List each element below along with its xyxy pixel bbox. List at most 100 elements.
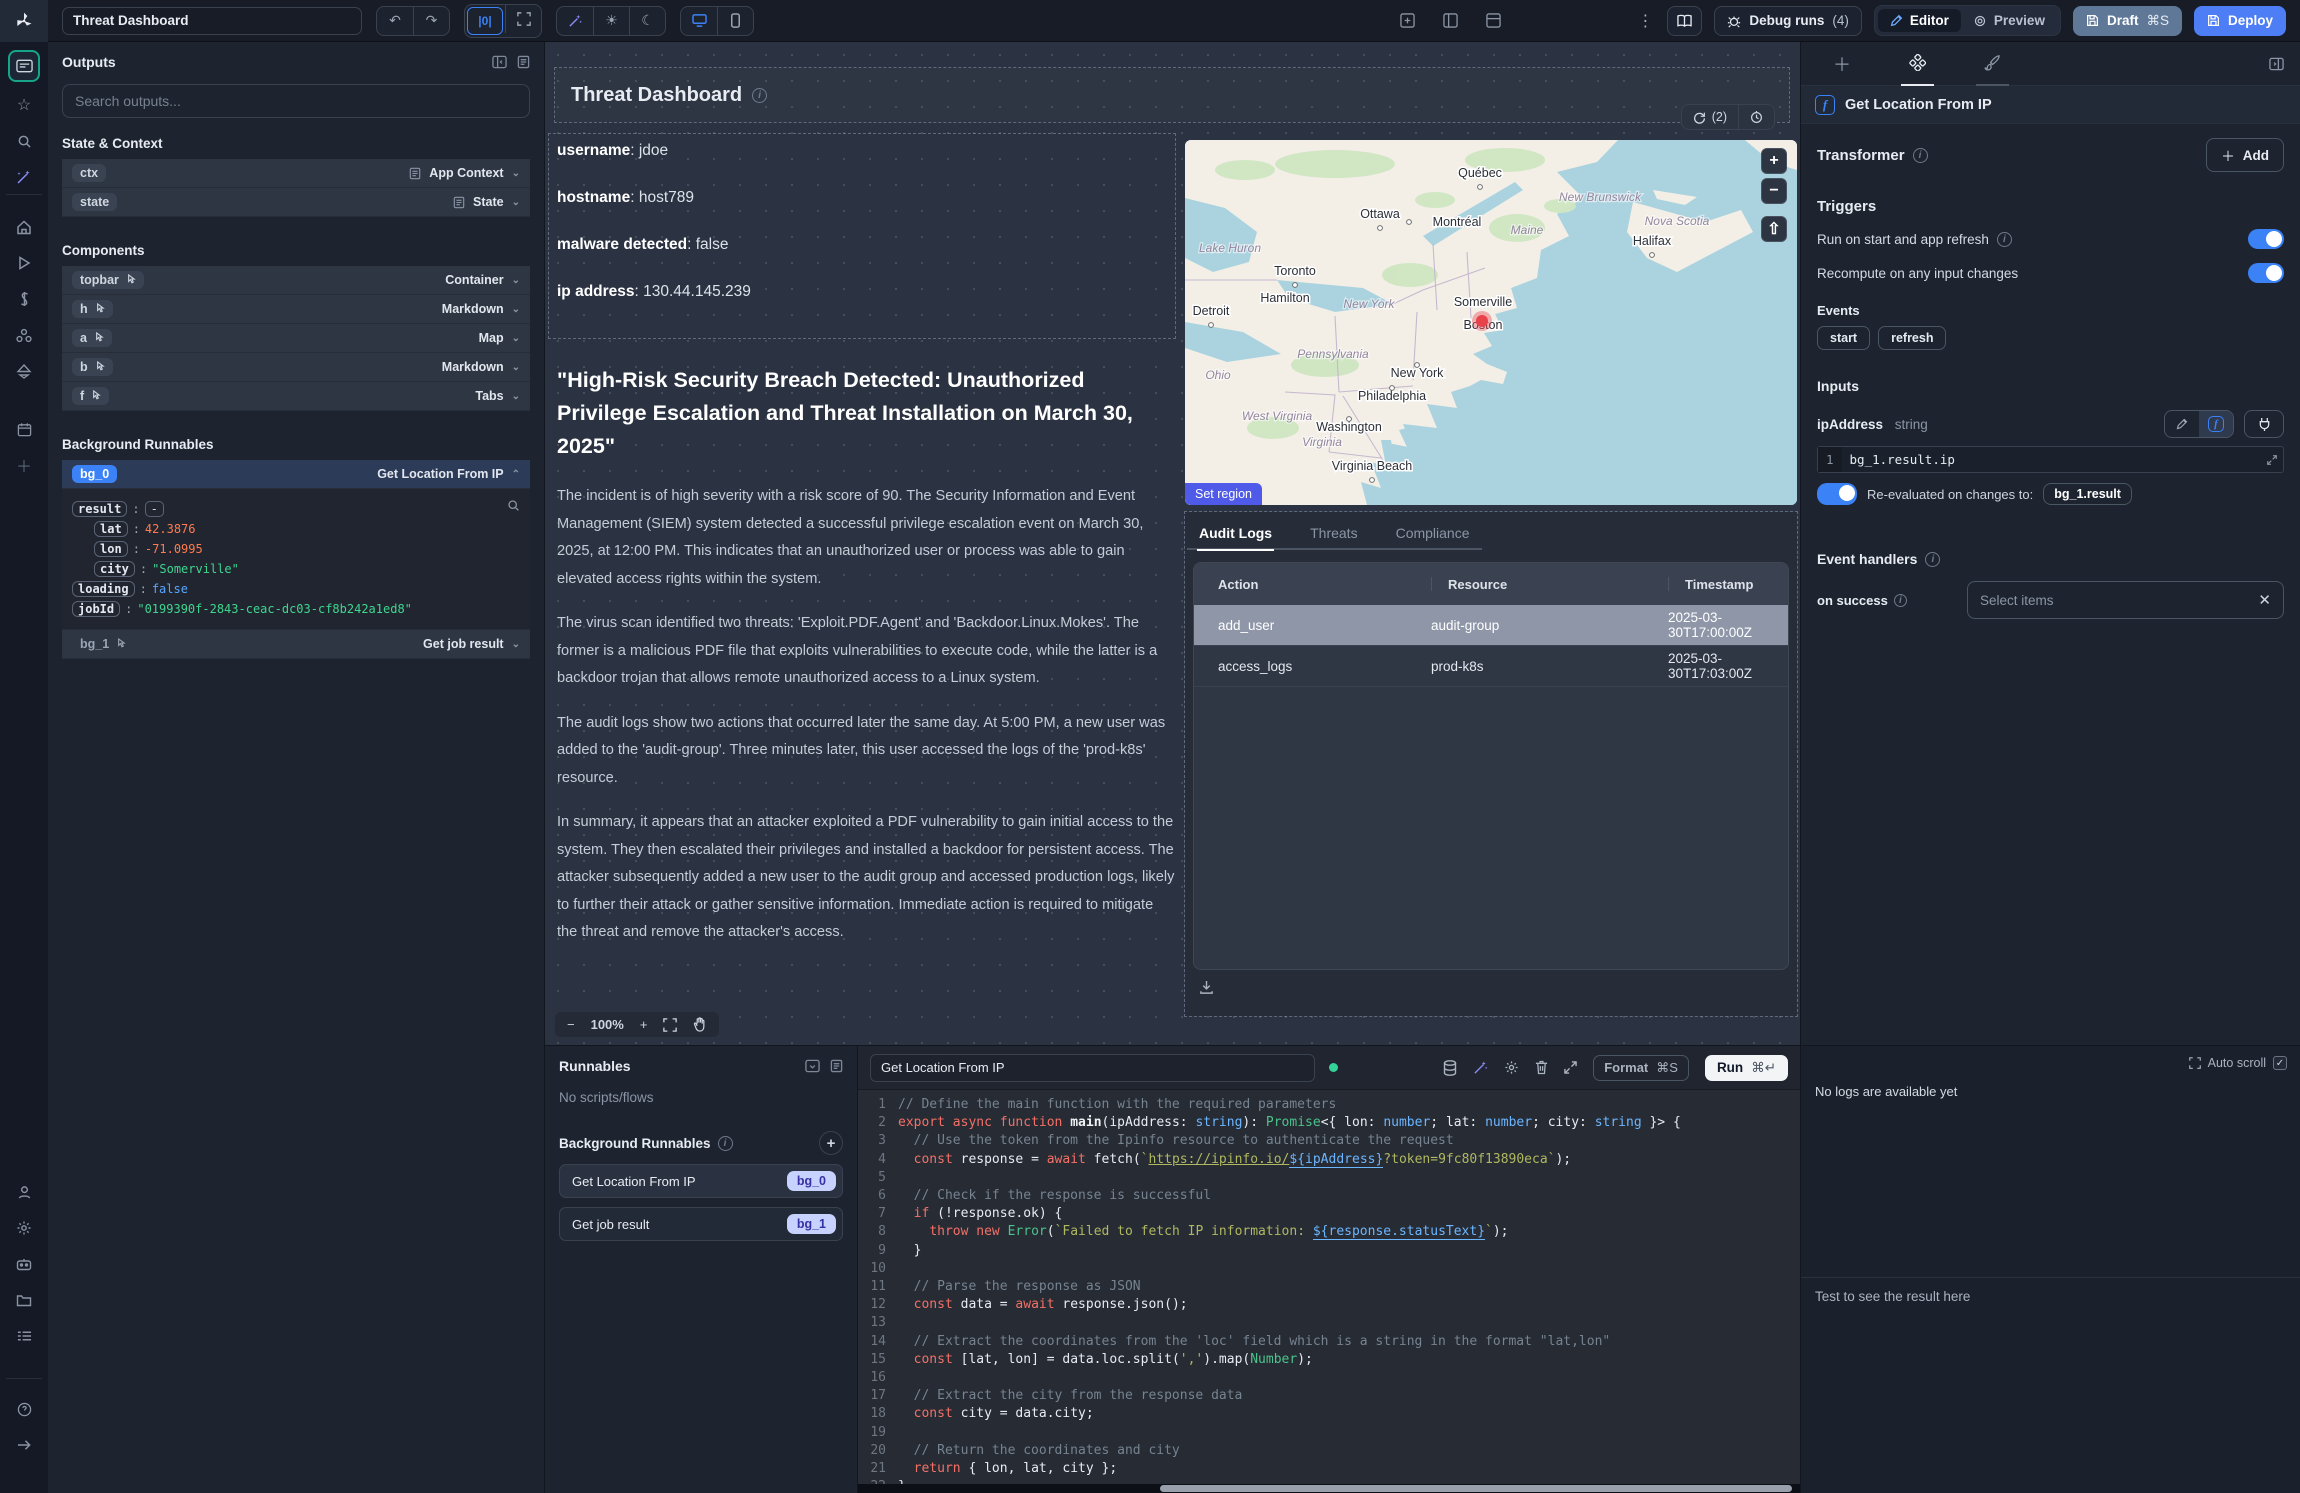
map-component[interactable]: QuébecOttawaMontréalNew BrunswickNova Sc… xyxy=(1185,140,1797,505)
table-row[interactable]: access_logsprod-k8s2025-03-30T17:03:00Z xyxy=(1194,646,1788,687)
component-row-a[interactable]: aMap⌄ xyxy=(62,324,530,353)
json-node-lat[interactable]: lat:42.3876 xyxy=(72,521,520,537)
download-icon[interactable] xyxy=(1199,980,1214,995)
folders-icon[interactable] xyxy=(8,1285,40,1315)
code-line[interactable]: 1// Define the main function with the re… xyxy=(858,1096,1800,1114)
eval-f-mode[interactable]: f xyxy=(2199,411,2233,437)
json-node-loading[interactable]: loading:false xyxy=(72,581,520,597)
code-line[interactable]: 13 xyxy=(858,1314,1800,1332)
trash-icon[interactable] xyxy=(1535,1060,1548,1075)
zoom-in-button[interactable]: + xyxy=(640,1017,648,1032)
bg0-row[interactable]: bg_0 Get Location From IP⌃ xyxy=(62,460,530,489)
json-node-lon[interactable]: lon:-71.0995 xyxy=(72,541,520,557)
logs-list-icon[interactable] xyxy=(8,1321,40,1351)
collapse-inspector-icon[interactable] xyxy=(2269,57,2284,71)
database-icon[interactable] xyxy=(1443,1060,1457,1076)
app-canvas[interactable]: Threat Dashboardi (2) username: jdoehost… xyxy=(545,42,1800,1045)
tab-preview[interactable]: Preview xyxy=(1961,9,2057,32)
code-line[interactable]: 16 xyxy=(858,1369,1800,1387)
app-editor-icon[interactable] xyxy=(8,50,40,82)
code-line[interactable]: 7 if (!response.ok) { xyxy=(858,1205,1800,1223)
map-canvas[interactable]: QuébecOttawaMontréalNew BrunswickNova Sc… xyxy=(1185,140,1797,505)
markdown-article-component[interactable]: "High-Risk Security Breach Detected: Una… xyxy=(557,364,1175,1016)
column-header-timestamp[interactable]: Timestamp xyxy=(1668,577,1788,592)
search-json-icon[interactable] xyxy=(507,499,520,512)
app-title-input[interactable]: Threat Dashboard xyxy=(62,7,362,35)
code-line[interactable]: 19 xyxy=(858,1424,1800,1442)
more-menu-icon[interactable]: ⋮ xyxy=(1635,11,1655,31)
bg1-row[interactable]: bg_1 Get job result⌄ xyxy=(62,630,530,659)
schedules-icon[interactable] xyxy=(8,356,40,386)
variables-icon[interactable] xyxy=(8,284,40,314)
code-line[interactable]: 15 const [lat, lon] = data.loc.split(','… xyxy=(858,1351,1800,1369)
tab-threats[interactable]: Threats xyxy=(1308,519,1359,549)
resources-icon[interactable] xyxy=(8,320,40,350)
column-header-action[interactable]: Action xyxy=(1194,577,1431,592)
runnable-item-bg_0[interactable]: Get Location From IPbg_0 xyxy=(559,1164,843,1198)
search-icon[interactable] xyxy=(8,126,40,156)
code-line[interactable]: 2export async function main(ipAddress: s… xyxy=(858,1114,1800,1132)
logout-arrow-icon[interactable] xyxy=(8,1430,40,1460)
dark-mode-icon[interactable]: ☾ xyxy=(629,7,665,35)
settings-components-tab[interactable] xyxy=(1901,42,1934,86)
collapse-panel-icon[interactable] xyxy=(492,55,507,69)
recompute-history-button[interactable] xyxy=(1738,105,1774,129)
settings-gear-icon[interactable] xyxy=(8,1213,40,1243)
code-line[interactable]: 10 xyxy=(858,1260,1800,1278)
zero-padding-button[interactable]: |0| xyxy=(467,7,503,35)
map-fit-button[interactable]: ⇧ xyxy=(1761,216,1787,242)
code-line[interactable]: 12 const data = await response.json(); xyxy=(858,1296,1800,1314)
docs-panel-icon[interactable] xyxy=(830,1059,843,1073)
chevron-up-icon[interactable]: ⌃ xyxy=(512,469,520,480)
topbar-container-component[interactable]: Threat Dashboardi (2) xyxy=(555,68,1789,122)
component-row-b[interactable]: bMarkdown⌄ xyxy=(62,353,530,382)
map-marker[interactable] xyxy=(1476,315,1488,327)
expand-icon[interactable] xyxy=(1564,1061,1577,1074)
account-icon[interactable] xyxy=(8,1177,40,1207)
bg0-result-json[interactable]: result:- lat:42.3876 lon:-71.0995 city:"Som… xyxy=(62,489,530,630)
redo-button[interactable]: ↷ xyxy=(413,7,449,35)
ai-wand-icon[interactable] xyxy=(1473,1060,1488,1075)
desktop-view-icon[interactable] xyxy=(681,7,717,35)
set-region-badge[interactable]: Set region xyxy=(1185,483,1262,505)
json-node-result[interactable]: result:- xyxy=(72,501,520,517)
code-line[interactable]: 9 } xyxy=(858,1242,1800,1260)
zoom-out-button[interactable]: − xyxy=(567,1017,575,1032)
markdown-fields-component[interactable]: username: jdoehostname: host789malware d… xyxy=(557,142,1167,330)
json-node-city[interactable]: city:"Somerville" xyxy=(72,561,520,577)
help-icon[interactable] xyxy=(8,1394,40,1424)
static-pencil-mode[interactable] xyxy=(2165,411,2199,437)
debug-runs-button[interactable]: Debug runs(4) xyxy=(1714,6,1862,36)
tab-audit-logs[interactable]: Audit Logs xyxy=(1197,519,1274,551)
draft-button[interactable]: Draft⌘S xyxy=(2073,6,2182,36)
ai-assistant-icon[interactable] xyxy=(8,162,40,192)
undo-button[interactable]: ↶ xyxy=(377,7,413,35)
add-runnable-button[interactable]: + xyxy=(819,1131,843,1155)
settings-gear-icon[interactable] xyxy=(1504,1060,1519,1075)
tab-compliance[interactable]: Compliance xyxy=(1394,519,1472,549)
mobile-view-icon[interactable] xyxy=(717,7,753,35)
insert-component-tab[interactable]: ＋ xyxy=(1825,42,1859,86)
code-line[interactable]: 18 const city = data.city; xyxy=(858,1405,1800,1423)
fit-view-icon[interactable] xyxy=(663,1018,677,1032)
expand-canvas-button[interactable] xyxy=(505,5,541,33)
ipaddress-code-input[interactable]: 1 bg_1.result.ip xyxy=(1817,446,2284,473)
map-zoom-in-button[interactable]: + xyxy=(1761,148,1787,174)
home-icon[interactable] xyxy=(8,212,40,242)
pan-hand-icon[interactable] xyxy=(693,1017,707,1032)
code-line[interactable]: 20 // Return the coordinates and city xyxy=(858,1442,1800,1460)
scrollbar-handle[interactable] xyxy=(1160,1485,1792,1492)
add-icon[interactable]: ＋ xyxy=(8,450,40,480)
reeval-dep-chip[interactable]: bg_1.result xyxy=(2043,483,2132,505)
code-line[interactable]: 11 // Parse the response as JSON xyxy=(858,1278,1800,1296)
code-line[interactable]: 17 // Extract the city from the response… xyxy=(858,1387,1800,1405)
add-transformer-button[interactable]: ＋Add xyxy=(2206,138,2284,172)
code-area[interactable]: 1// Define the main function with the re… xyxy=(858,1090,1800,1493)
ai-wand-icon[interactable] xyxy=(557,7,593,35)
connect-plug-button[interactable] xyxy=(2244,410,2284,438)
clear-select-icon[interactable]: ✕ xyxy=(2258,591,2271,609)
runnable-name-input[interactable]: Get Location From IP xyxy=(870,1054,1315,1082)
event-chip-refresh[interactable]: refresh xyxy=(1878,326,1946,350)
column-header-resource[interactable]: Resource xyxy=(1431,577,1668,592)
on-success-select[interactable]: Select items ✕ xyxy=(1967,581,2284,619)
